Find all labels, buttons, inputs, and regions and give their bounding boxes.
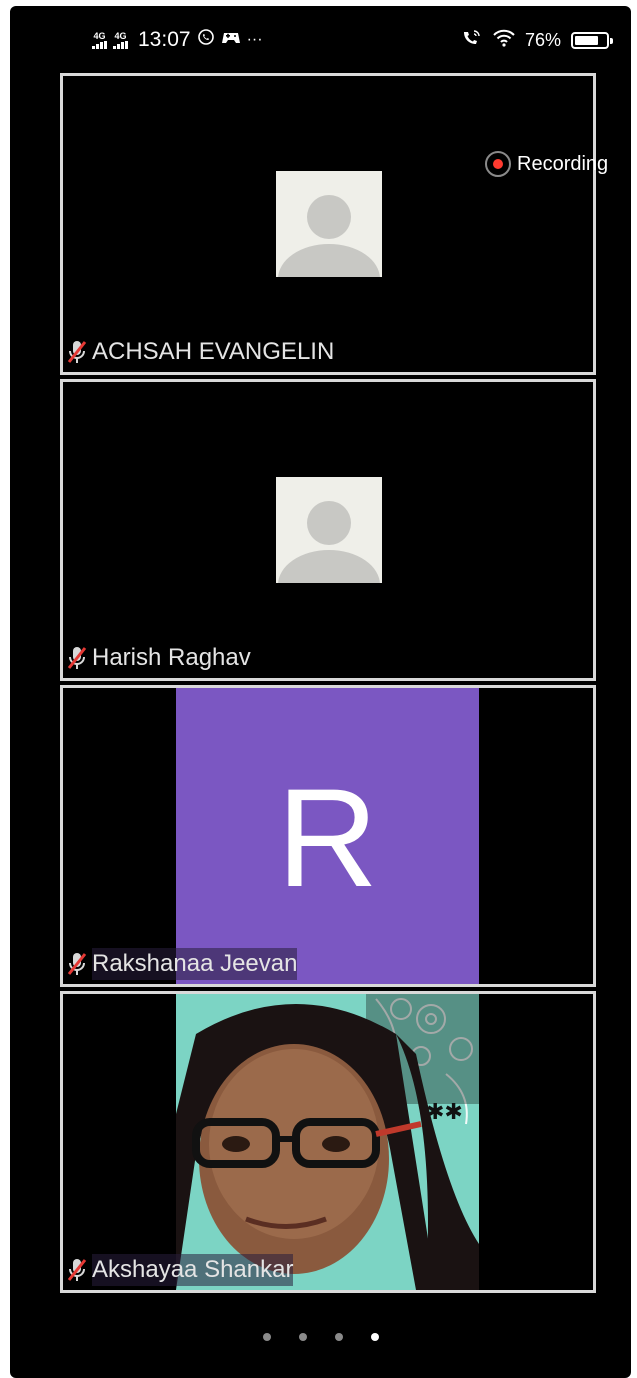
participant-name: ACHSAH EVANGELIN bbox=[92, 338, 335, 365]
default-avatar-icon bbox=[276, 171, 382, 277]
page-dot-4[interactable] bbox=[370, 1333, 379, 1341]
participant-label: Akshayaa Shankar bbox=[66, 1254, 299, 1286]
game-icon bbox=[221, 28, 241, 52]
status-bar: 4G 4G 13:07 ··· 76% bbox=[10, 6, 631, 66]
participant-tile[interactable]: Harish Raghav bbox=[60, 379, 596, 681]
cellular-signal-2-icon: 4G bbox=[113, 30, 128, 49]
mic-muted-icon bbox=[67, 1259, 87, 1281]
network-type-1: 4G bbox=[93, 30, 106, 41]
wifi-calling-icon bbox=[461, 29, 483, 52]
default-avatar-icon bbox=[276, 477, 382, 583]
camera-video-feed: ✱✱ bbox=[176, 994, 479, 1290]
recording-indicator: Recording bbox=[485, 151, 608, 177]
initial-avatar: R bbox=[276, 759, 379, 916]
cellular-signal-1-icon: 4G bbox=[92, 30, 107, 49]
page-dot-2[interactable] bbox=[298, 1333, 307, 1341]
participant-tile[interactable]: ✱✱ Akshayaa Shankar bbox=[60, 991, 596, 1293]
participant-tile[interactable]: ACHSAH EVANGELIN bbox=[60, 73, 596, 375]
page-dot-1[interactable] bbox=[262, 1333, 271, 1341]
battery-percent: 76% bbox=[524, 30, 561, 50]
participant-tile[interactable]: R Rakshanaa Jeevan bbox=[60, 685, 596, 987]
clock-time: 13:07 bbox=[138, 28, 191, 51]
recording-label: Recording bbox=[517, 152, 609, 175]
participant-name: Rakshanaa Jeevan bbox=[92, 948, 298, 980]
participant-label: ACHSAH EVANGELIN bbox=[66, 336, 340, 368]
whatsapp-icon bbox=[197, 28, 215, 52]
wifi-icon bbox=[493, 29, 515, 52]
mic-muted-icon bbox=[67, 341, 87, 363]
participant-label: Harish Raghav bbox=[66, 642, 257, 674]
participant-name: Akshayaa Shankar bbox=[92, 1254, 294, 1286]
meeting-screen: 4G 4G 13:07 ··· 76% ACHSAH EVANGELIN Rec… bbox=[10, 6, 631, 1378]
participant-name: Harish Raghav bbox=[92, 644, 251, 671]
mic-muted-icon bbox=[67, 647, 87, 669]
recording-dot-icon bbox=[485, 151, 511, 177]
network-type-2: 4G bbox=[114, 30, 127, 41]
mic-muted-icon bbox=[67, 953, 87, 975]
page-indicator[interactable] bbox=[10, 1333, 631, 1341]
participant-label: Rakshanaa Jeevan bbox=[66, 948, 303, 980]
battery-icon bbox=[571, 32, 613, 49]
more-dots-icon: ··· bbox=[246, 31, 263, 48]
page-dot-3[interactable] bbox=[334, 1333, 343, 1341]
